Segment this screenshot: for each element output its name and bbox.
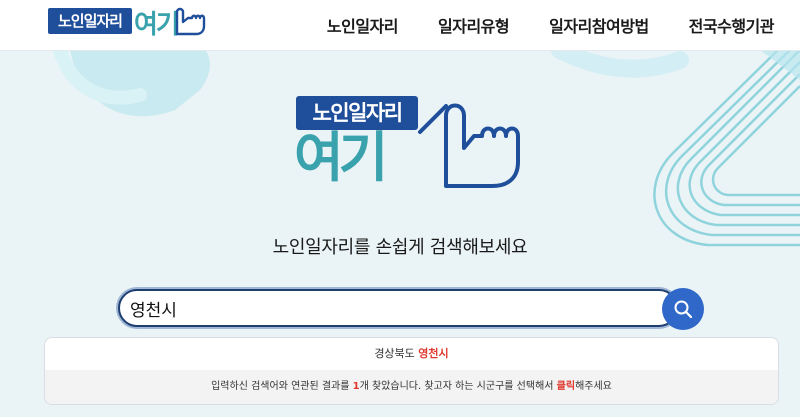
nav-how-to-join[interactable]: 일자리참여방법 (549, 13, 649, 37)
search-results-panel: 경상북도 영천시 입력하신 검색어와 연관된 결과를 1개 찾았습니다. 찾고자… (44, 337, 779, 405)
result-click-word: 클릭 (556, 381, 576, 392)
nav-job-types[interactable]: 일자리유형 (438, 13, 510, 37)
result-message: 입력하신 검색어와 연관된 결과를 1개 찾았습니다. 찾고자 하는 시군구를 … (45, 370, 778, 404)
result-msg-part1: 입력하신 검색어와 연관된 결과를 (211, 381, 353, 392)
result-count: 1 (352, 381, 360, 392)
result-city: 영천시 (418, 347, 449, 360)
top-header: 노인일자리 여기 노인일자리 일자리유형 일자리참여방법 전국수행기관 (0, 0, 800, 50)
main-nav: 노인일자리 일자리유형 일자리참여방법 전국수행기관 (327, 0, 775, 50)
pointing-finger-icon (175, 7, 206, 36)
nav-agencies[interactable]: 전국수행기관 (689, 13, 775, 37)
result-province: 경상북도 (374, 347, 415, 360)
pointing-finger-icon (418, 103, 520, 188)
result-msg-part2: 개 찾았습니다. 찾고자 하는 시군구를 선택해서 (359, 381, 557, 392)
nav-senior-jobs[interactable]: 노인일자리 (327, 13, 399, 37)
logo-yeogi-text: 여기 (134, 10, 180, 40)
result-item[interactable]: 경상북도 영천시 (45, 338, 778, 370)
search-input[interactable] (118, 289, 678, 327)
hero-logo: 노인일자리 여기 (292, 92, 532, 196)
result-msg-part3: 해주세요 (575, 381, 612, 392)
site-logo[interactable]: 노인일자리 여기 (48, 6, 216, 40)
hero-tagline: 노인일자리를 손쉽게 검색해보세요 (272, 237, 528, 258)
hero-logo-box-text: 노인일자리 (296, 96, 418, 130)
logo-box-text: 노인일자리 (48, 8, 132, 34)
hero-logo-yeogi-text: 여기 (294, 126, 388, 189)
search-icon (674, 300, 693, 319)
search-button[interactable] (662, 288, 704, 330)
